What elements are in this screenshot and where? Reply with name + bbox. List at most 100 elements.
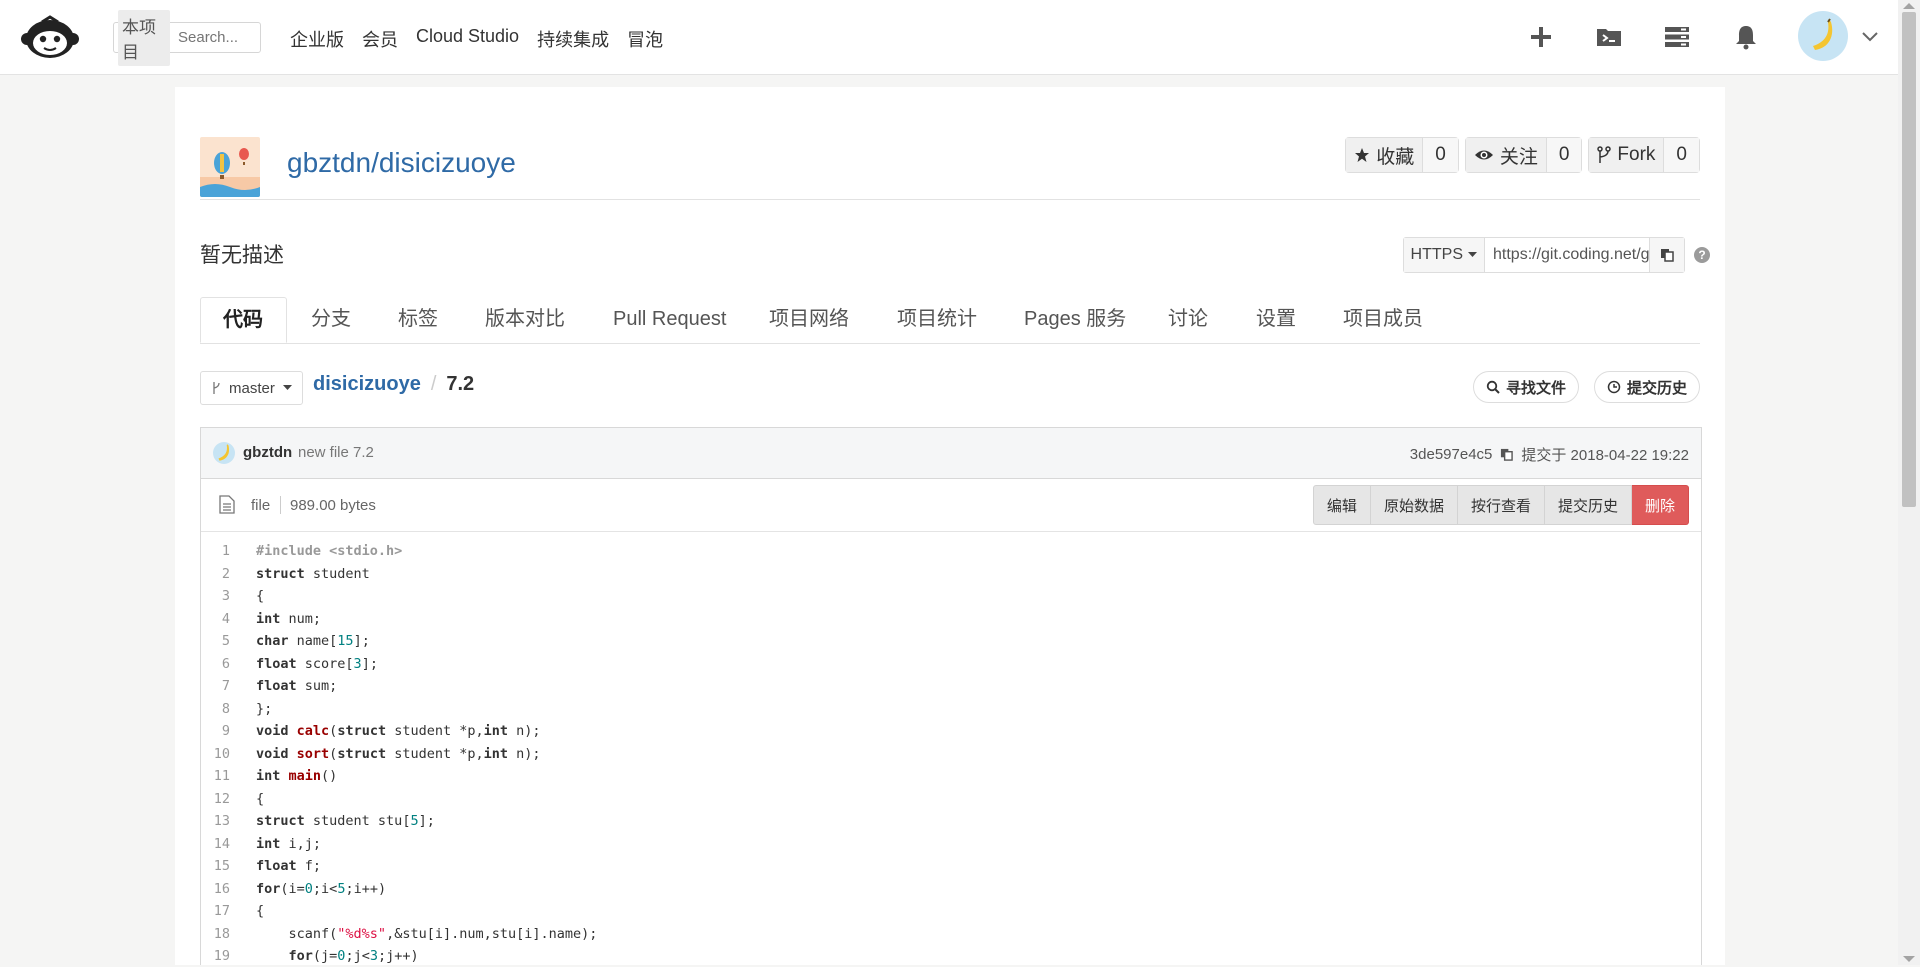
commit-message[interactable]: new file 7.2 bbox=[298, 444, 374, 461]
banana-icon bbox=[1813, 18, 1833, 50]
code-line: 17 { bbox=[201, 900, 1701, 922]
line-content: float f; bbox=[256, 858, 322, 874]
clone-url-box: HTTPS https://git.coding.net/gbztdn/disi… bbox=[1402, 237, 1685, 273]
line-number[interactable]: 6 bbox=[201, 653, 230, 675]
nav-link-member[interactable]: 会员 bbox=[362, 26, 398, 52]
page-scrollbar[interactable] bbox=[1898, 0, 1920, 965]
line-number[interactable]: 19 bbox=[201, 945, 230, 967]
find-file-button[interactable]: 寻找文件 bbox=[1472, 371, 1579, 403]
line-number[interactable]: 15 bbox=[201, 855, 230, 877]
watch-label: 关注 bbox=[1499, 146, 1538, 168]
nav-link-ci[interactable]: 持续集成 bbox=[537, 26, 609, 52]
commit-history-button[interactable]: 提交历史 bbox=[1593, 371, 1700, 403]
star-icon bbox=[1355, 148, 1370, 162]
edit-button[interactable]: 编辑 bbox=[1312, 485, 1371, 525]
coding-logo-icon[interactable] bbox=[20, 14, 80, 60]
scroll-down-arrow[interactable] bbox=[1903, 956, 1915, 962]
scroll-up-arrow[interactable] bbox=[1903, 3, 1915, 9]
fork-stat[interactable]: Fork 0 bbox=[1588, 137, 1700, 173]
tab-code[interactable]: 代码 bbox=[200, 297, 287, 343]
line-number[interactable]: 13 bbox=[201, 810, 230, 832]
user-avatar[interactable] bbox=[1798, 11, 1848, 61]
line-content: float sum; bbox=[256, 678, 338, 694]
delete-button[interactable]: 删除 bbox=[1631, 485, 1689, 525]
search-box[interactable]: 本项目 bbox=[113, 9, 261, 66]
tab-network[interactable]: 项目网络 bbox=[769, 297, 849, 343]
code-line: 15 float f; bbox=[201, 855, 1701, 877]
clone-protocol-label: HTTPS bbox=[1410, 246, 1463, 263]
line-content: { bbox=[256, 790, 265, 807]
chevron-down-icon[interactable] bbox=[1860, 26, 1880, 46]
plus-icon[interactable] bbox=[1526, 22, 1556, 52]
line-content: int main() bbox=[256, 768, 338, 784]
file-size: 989.00 bytes bbox=[290, 497, 376, 514]
repo-name[interactable]: gbztdn/disicizuoye bbox=[287, 147, 516, 179]
terminal-folder-icon[interactable] bbox=[1594, 22, 1624, 52]
line-number[interactable]: 8 bbox=[201, 698, 230, 720]
copy-url-button[interactable] bbox=[1649, 238, 1684, 272]
line-number[interactable]: 16 bbox=[201, 878, 230, 900]
line-number[interactable]: 4 bbox=[201, 608, 230, 630]
copy-icon[interactable] bbox=[1500, 448, 1514, 461]
tab-stats[interactable]: 项目统计 bbox=[897, 297, 977, 343]
branch-selector[interactable]: master bbox=[200, 371, 303, 405]
help-icon[interactable]: ? bbox=[1694, 247, 1710, 263]
commit-author-avatar[interactable] bbox=[213, 442, 235, 464]
code-line: 7 float sum; bbox=[201, 675, 1701, 697]
repo-stats: 收藏 0 关注 0 Fork 0 bbox=[1345, 137, 1700, 173]
raw-button[interactable]: 原始数据 bbox=[1370, 485, 1458, 525]
star-stat[interactable]: 收藏 0 bbox=[1345, 137, 1459, 173]
bell-icon[interactable] bbox=[1731, 22, 1761, 52]
server-list-icon[interactable] bbox=[1662, 22, 1692, 52]
clone-protocol-dropdown[interactable]: HTTPS bbox=[1403, 238, 1485, 272]
line-number[interactable]: 12 bbox=[201, 788, 230, 810]
nav-link-cloud-studio[interactable]: Cloud Studio bbox=[416, 26, 519, 52]
tab-tags[interactable]: 标签 bbox=[398, 297, 438, 343]
line-content: void calc(struct student *p,int n); bbox=[256, 723, 541, 739]
file-history-button[interactable]: 提交历史 bbox=[1544, 485, 1632, 525]
commit-author[interactable]: gbztdn bbox=[243, 444, 292, 461]
watch-stat[interactable]: 关注 0 bbox=[1464, 137, 1583, 173]
hot-air-balloon-icon bbox=[200, 137, 260, 197]
tab-pages[interactable]: Pages 服务 bbox=[1024, 297, 1126, 343]
latest-commit-bar: gbztdn new file 7.2 3de597e4c5 提交于 2018-… bbox=[201, 428, 1701, 479]
commit-hash[interactable]: 3de597e4c5 bbox=[1410, 446, 1493, 463]
line-number[interactable]: 14 bbox=[201, 833, 230, 855]
line-number[interactable]: 9 bbox=[201, 720, 230, 742]
line-number[interactable]: 2 bbox=[201, 563, 230, 585]
tab-compare[interactable]: 版本对比 bbox=[485, 297, 565, 343]
nav-link-bubble[interactable]: 冒泡 bbox=[627, 26, 663, 52]
clone-url-field[interactable]: https://git.coding.net/gbztdn/disicizuoy… bbox=[1485, 238, 1649, 272]
code-line: 8}; bbox=[201, 698, 1701, 720]
line-number[interactable]: 5 bbox=[201, 630, 230, 652]
tab-branches[interactable]: 分支 bbox=[311, 297, 351, 343]
line-number[interactable]: 18 bbox=[201, 923, 230, 945]
repo-avatar[interactable] bbox=[200, 137, 260, 197]
breadcrumb: disicizuoye / 7.2 bbox=[313, 373, 474, 396]
line-number[interactable]: 10 bbox=[201, 743, 230, 765]
code-line: 19 for(j=0;j<3;j++) bbox=[201, 945, 1701, 967]
star-count: 0 bbox=[1423, 138, 1458, 172]
search-input[interactable] bbox=[176, 28, 260, 47]
nav-link-enterprise[interactable]: 企业版 bbox=[290, 26, 344, 52]
branch-icon bbox=[213, 382, 220, 394]
scrollbar-thumb[interactable] bbox=[1902, 12, 1916, 507]
line-number[interactable]: 11 bbox=[201, 765, 230, 787]
blame-button[interactable]: 按行查看 bbox=[1457, 485, 1545, 525]
line-number[interactable]: 3 bbox=[201, 585, 230, 607]
line-number[interactable]: 1 bbox=[201, 540, 230, 562]
code-line: 3{ bbox=[201, 585, 1701, 607]
line-number[interactable]: 7 bbox=[201, 675, 230, 697]
branch-bar: master disicizuoye / 7.2 寻找文件 提交历史 bbox=[200, 371, 1700, 405]
tab-discussion[interactable]: 讨论 bbox=[1168, 297, 1208, 343]
search-scope[interactable]: 本项目 bbox=[118, 9, 170, 66]
breadcrumb-repo[interactable]: disicizuoye bbox=[313, 373, 421, 396]
code-line: 9 void calc(struct student *p,int n); bbox=[201, 720, 1701, 742]
repo-panel: gbztdn/disicizuoye 收藏 0 关注 0 Fork 0 暂无描述… bbox=[175, 87, 1725, 965]
line-content: char name[15]; bbox=[256, 633, 370, 649]
tab-settings[interactable]: 设置 bbox=[1256, 297, 1296, 343]
tab-members[interactable]: 项目成员 bbox=[1343, 297, 1423, 343]
line-number[interactable]: 17 bbox=[201, 900, 230, 922]
tab-pull-request[interactable]: Pull Request bbox=[613, 297, 726, 343]
code-line: 5 char name[15]; bbox=[201, 630, 1701, 652]
